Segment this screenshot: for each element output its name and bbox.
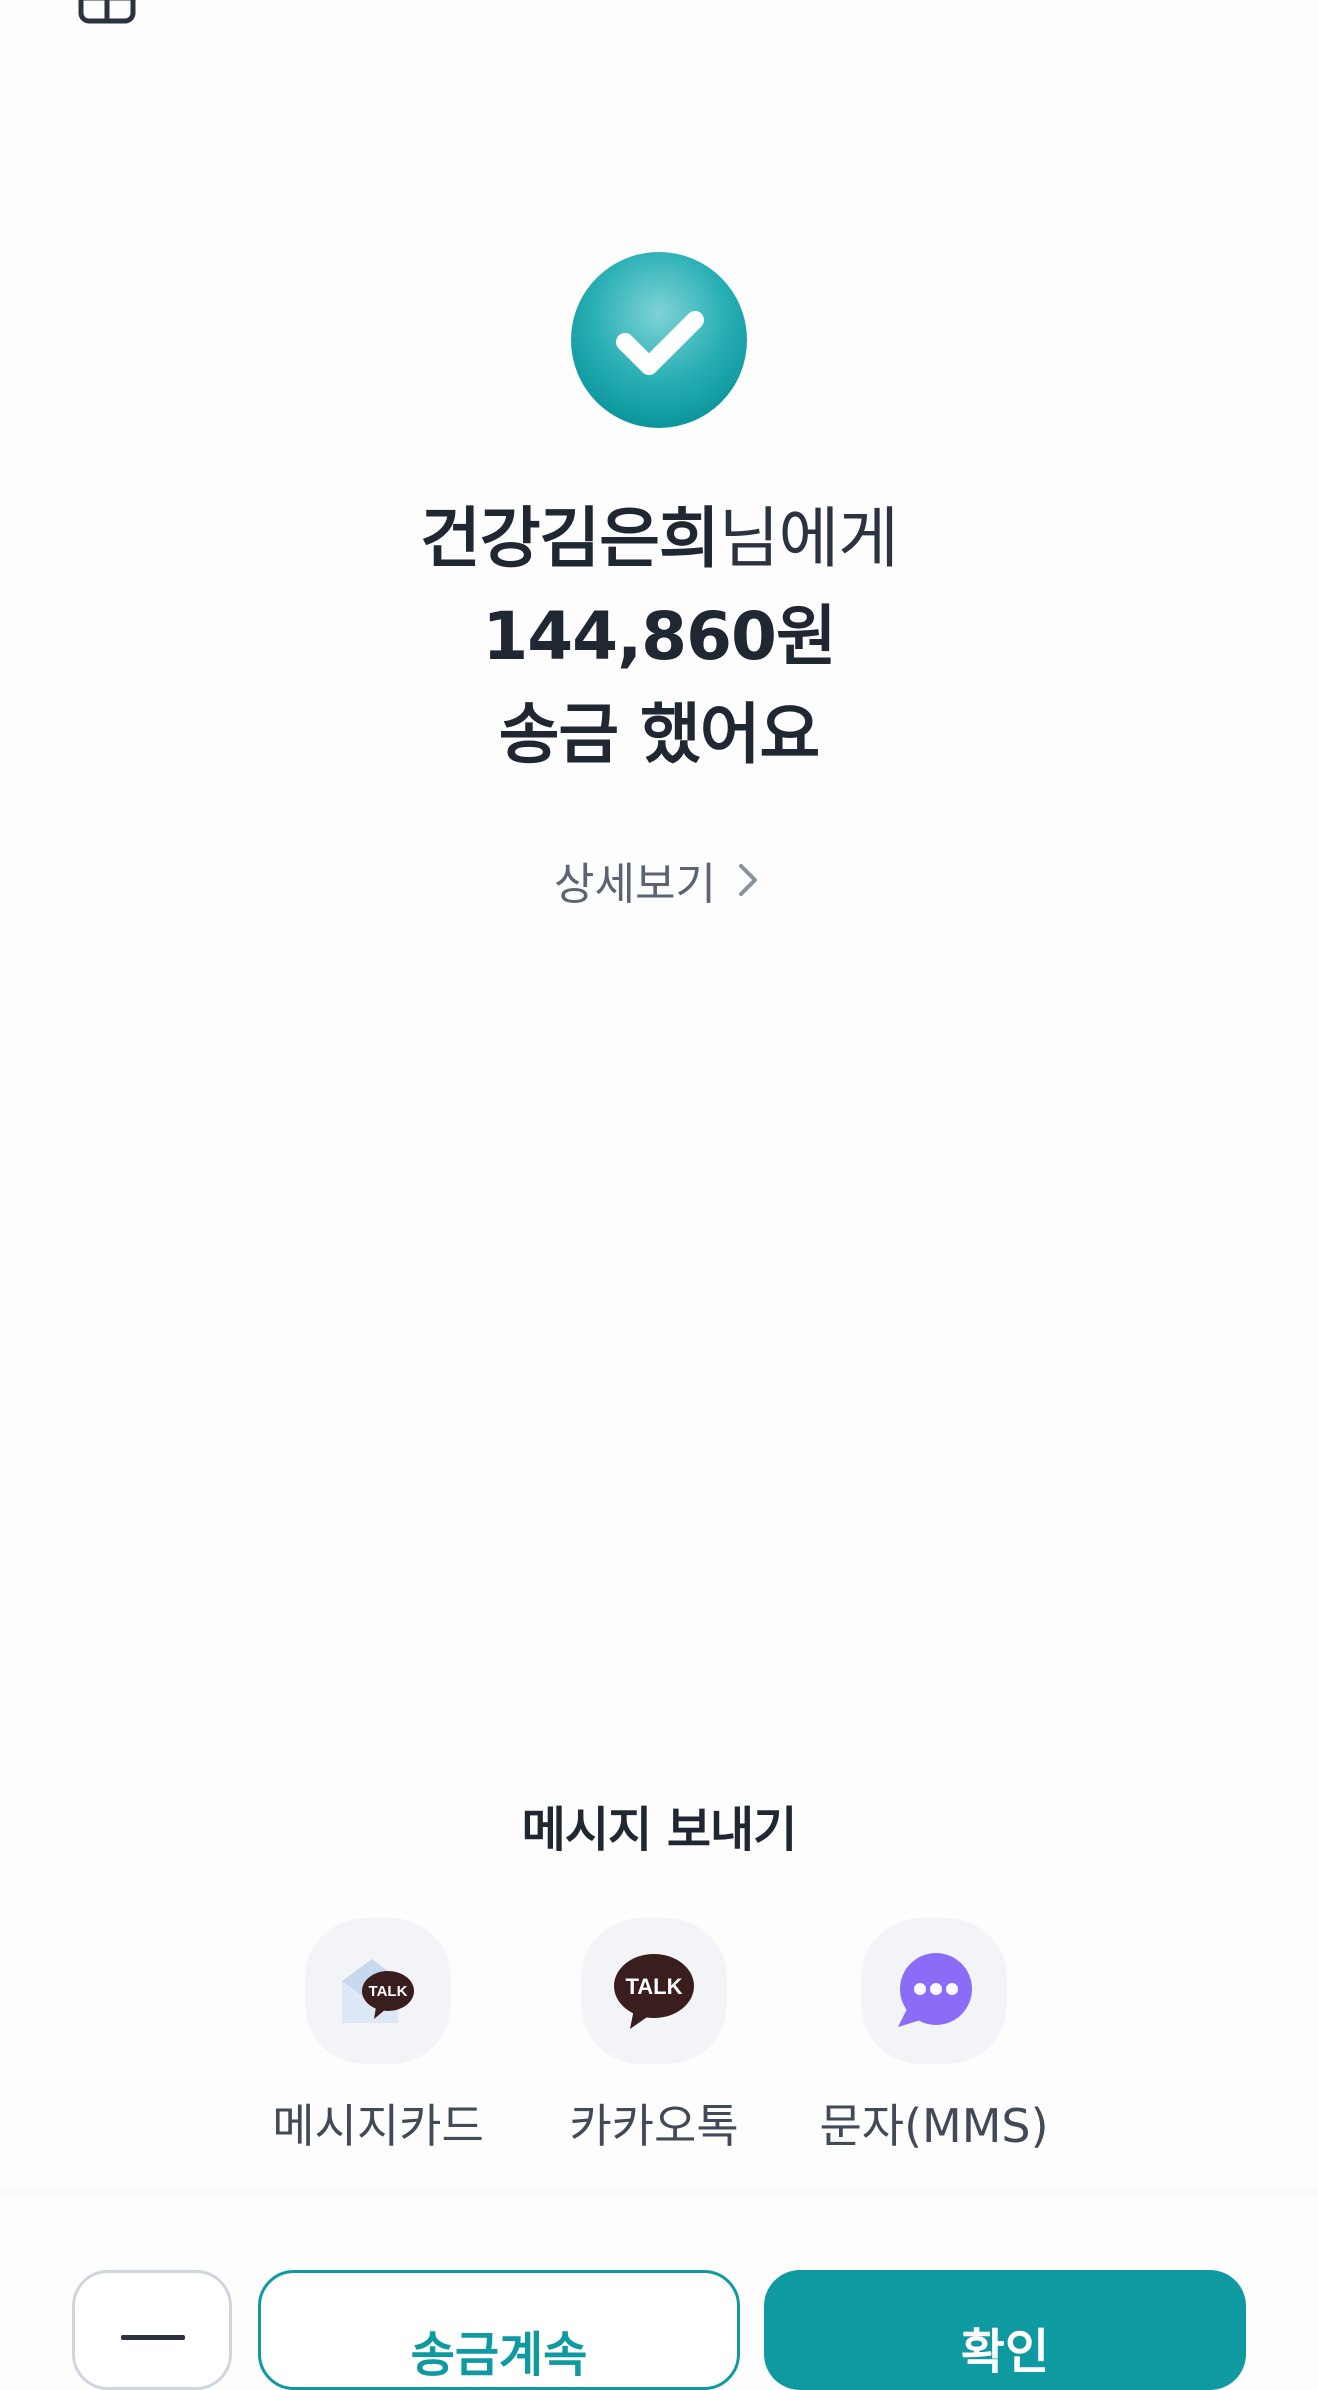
share-message-card-label: 메시지카드 — [272, 2099, 484, 2153]
confirm-button[interactable]: 확인 — [764, 2270, 1246, 2390]
share-kakaotalk-label: 카카오톡 — [569, 2099, 739, 2153]
transfer-status: 송금 했어요 — [498, 696, 821, 773]
detail-link[interactable]: 상세보기 — [0, 848, 1318, 912]
receipt-icon[interactable] — [78, 0, 136, 24]
transfer-amount: 144,860원 — [482, 598, 836, 675]
sms-bubble-icon — [898, 1953, 972, 2027]
message-card-icon: TALK — [342, 1959, 414, 2023]
continue-transfer-button[interactable]: 송금계속 — [258, 2270, 740, 2390]
kakaotalk-icon: TALK — [614, 1954, 694, 2029]
check-circle-icon — [569, 250, 749, 430]
share-message-card[interactable]: TALK 메시지카드 — [248, 1918, 508, 2156]
recipient-name: 건강김은희 — [420, 500, 720, 577]
share-sms[interactable]: 문자(MMS) — [804, 1918, 1064, 2156]
svg-text:TALK: TALK — [625, 1974, 682, 1999]
transfer-result-message: 건강김은희님에게 144,860원 송금 했어요 — [0, 490, 1318, 784]
chevron-right-icon — [738, 864, 757, 896]
share-sms-label: 문자(MMS) — [819, 2099, 1049, 2153]
share-section-title: 메시지 보내기 — [521, 1802, 798, 1858]
detail-link-label: 상세보기 — [554, 859, 716, 910]
menu-icon — [121, 2335, 185, 2340]
recipient-suffix: 님에게 — [718, 500, 899, 577]
share-kakaotalk[interactable]: TALK 카카오톡 — [524, 1918, 784, 2156]
menu-button[interactable] — [72, 2270, 232, 2390]
bottom-divider — [0, 2190, 1318, 2202]
svg-text:TALK: TALK — [369, 1983, 408, 2000]
